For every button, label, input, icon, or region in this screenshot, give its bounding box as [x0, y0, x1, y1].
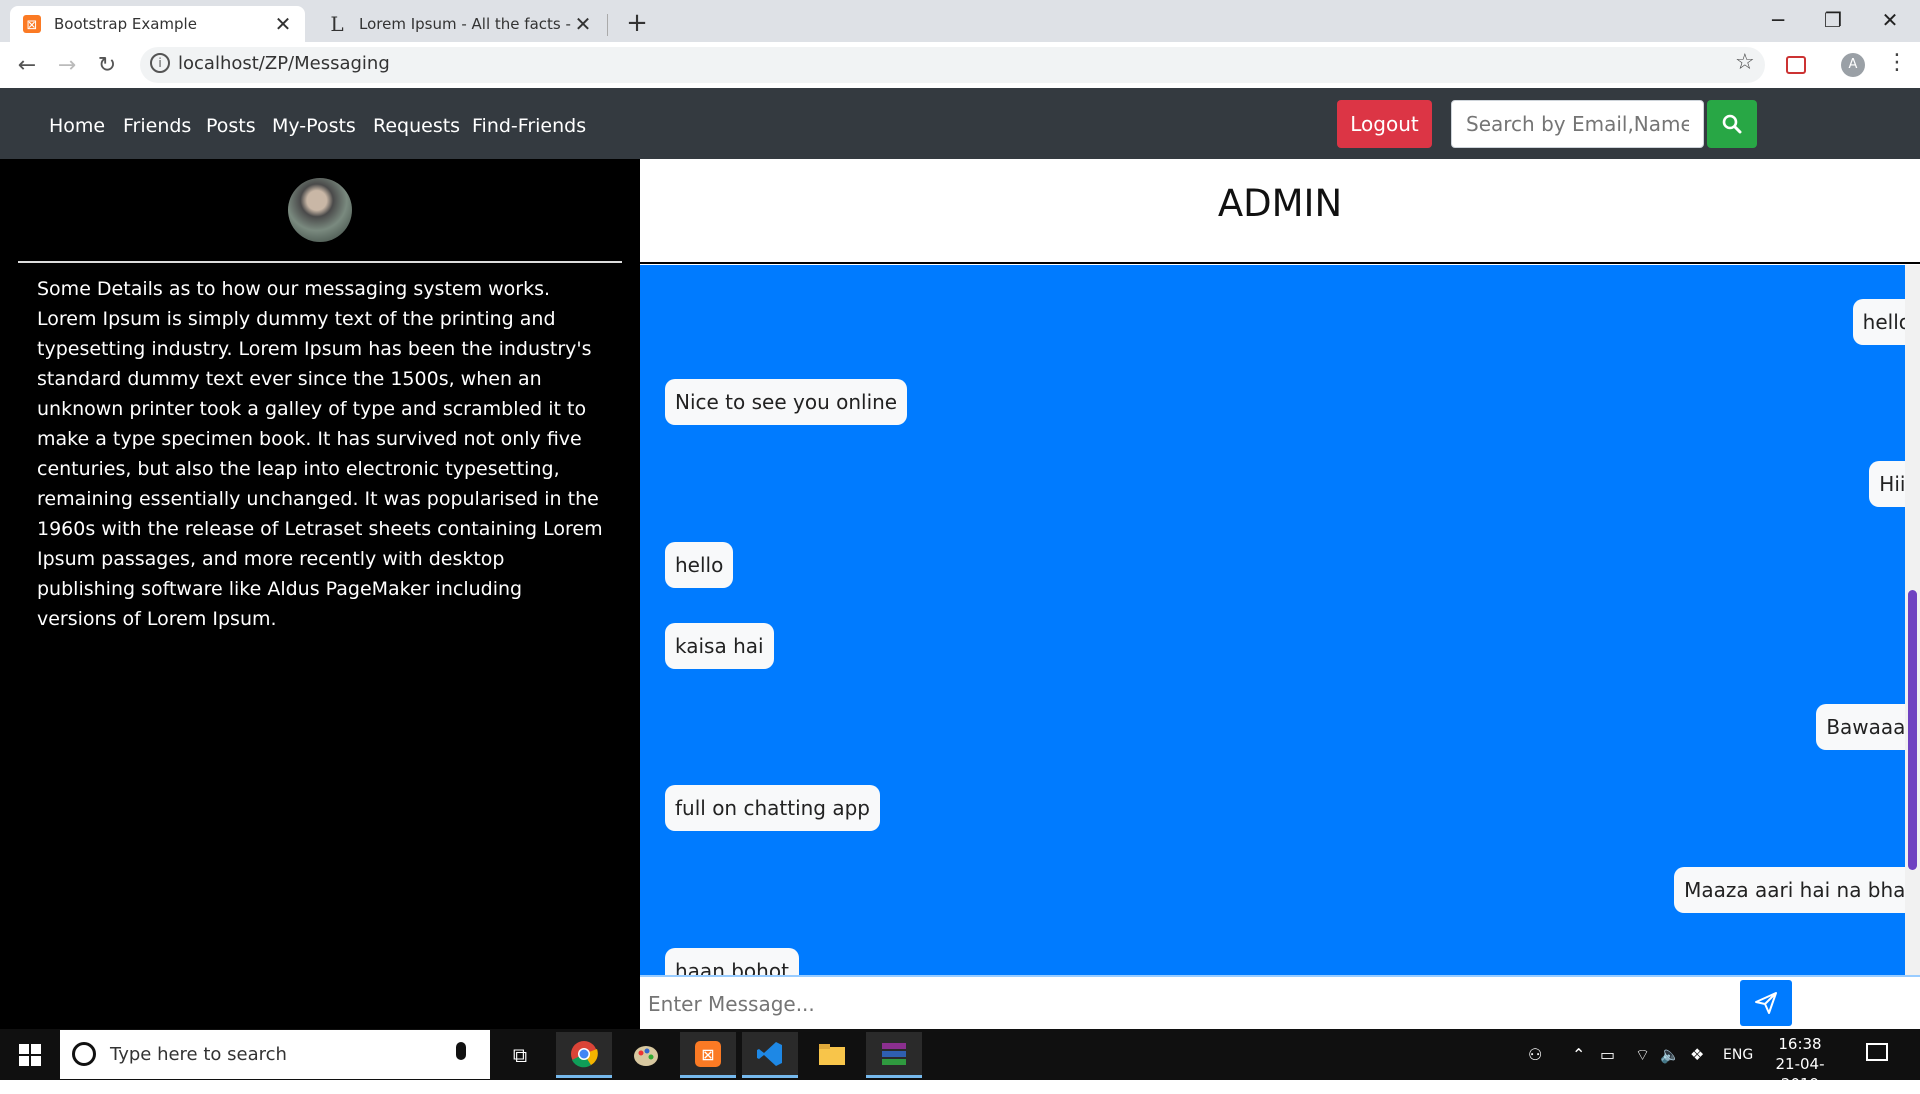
wifi-icon[interactable]: ⌔	[1635, 1045, 1650, 1065]
paper-plane-icon	[1755, 992, 1777, 1014]
chat-scrollbar-thumb[interactable]	[1908, 590, 1917, 870]
message-bubble-received: Nice to see you online	[665, 379, 908, 425]
reload-icon[interactable]: ↻	[92, 52, 122, 78]
close-tab-icon[interactable]: ✕	[273, 12, 293, 36]
nav-posts[interactable]: Posts	[206, 115, 256, 137]
windows-logo-icon	[19, 1043, 41, 1066]
message-bubble-received: full on chatting app	[665, 785, 880, 831]
message-bubble-received: hello	[665, 542, 734, 588]
message-bubble-sent: Maaza aari hai na bhai	[1674, 867, 1905, 913]
xampp-taskbar-icon[interactable]: ⊠	[680, 1032, 736, 1078]
nav-friends[interactable]: Friends	[123, 115, 191, 137]
restore-icon[interactable]: ❐	[1810, 0, 1856, 40]
browser-tab[interactable]: L Lorem Ipsum - All the facts - Lipsum ✕	[315, 6, 605, 42]
vscode-icon[interactable]	[742, 1032, 798, 1078]
message-bubble-received: kaisa hai	[665, 623, 774, 669]
file-explorer-icon[interactable]	[804, 1032, 860, 1078]
send-button[interactable]	[1740, 980, 1792, 1026]
message-bubble-sent: Hiii	[1869, 461, 1905, 507]
chevron-up-icon[interactable]: ⌃	[1572, 1045, 1585, 1064]
svg-text:⊠: ⊠	[27, 18, 38, 33]
close-window-icon[interactable]: ✕	[1867, 0, 1913, 40]
avatar	[288, 178, 352, 242]
search-button[interactable]	[1707, 100, 1757, 148]
nav-my-posts[interactable]: My-Posts	[272, 115, 356, 137]
nav-requests[interactable]: Requests	[373, 115, 460, 137]
clock-date: 21-04-2019	[1775, 1055, 1825, 1093]
message-bubble-sent: Bawaaal	[1816, 704, 1905, 750]
message-bubble-received: haan bohot	[665, 948, 799, 975]
info-icon[interactable]: i	[150, 53, 170, 73]
message-bubble-sent: hello	[1852, 299, 1905, 345]
svg-text:⊠: ⊠	[701, 1045, 714, 1064]
logout-button[interactable]: Logout	[1337, 100, 1432, 148]
chrome-icon[interactable]	[556, 1032, 612, 1078]
chat-messages[interactable]: hello Nice to see you online Hiii hello …	[640, 265, 1905, 975]
winrar-icon[interactable]	[866, 1032, 922, 1078]
system-clock[interactable]: 16:38 21-04-2019	[1765, 1034, 1835, 1094]
tab-separator	[607, 14, 608, 36]
start-button[interactable]	[0, 1029, 60, 1080]
bookmark-star-icon[interactable]: ☆	[1735, 50, 1755, 75]
dropbox-icon[interactable]: ❖	[1690, 1045, 1704, 1064]
menu-kebab-icon[interactable]: ⋮	[1886, 50, 1908, 75]
tab-title: Bootstrap Example	[54, 15, 197, 33]
chat-title: ADMIN	[1217, 182, 1343, 225]
tab-title: Lorem Ipsum - All the facts - Lipsum	[359, 15, 573, 33]
nav-find-friends[interactable]: Find-Friends	[472, 115, 586, 137]
battery-icon[interactable]: ▭	[1600, 1045, 1615, 1064]
people-icon[interactable]: ⚇	[1528, 1045, 1542, 1064]
nav-home[interactable]: Home	[49, 115, 105, 137]
pocket-icon[interactable]	[1786, 56, 1806, 74]
profile-avatar[interactable]: A	[1841, 53, 1865, 77]
minimize-icon[interactable]: ─	[1755, 0, 1801, 40]
forward-icon[interactable]: →	[52, 52, 82, 78]
taskbar-search-placeholder: Type here to search	[110, 1044, 287, 1065]
message-input[interactable]	[646, 980, 1740, 1028]
divider	[18, 261, 622, 263]
clock-time: 16:38	[1778, 1035, 1822, 1053]
xampp-icon: ⊠	[22, 14, 42, 34]
microphone-icon[interactable]	[456, 1042, 466, 1060]
lipsum-icon: L	[330, 12, 344, 36]
messaging-details-text: Some Details as to how our messaging sys…	[37, 278, 603, 630]
browser-tab-active[interactable]: ⊠ Bootstrap Example ✕	[10, 6, 305, 42]
paint-icon[interactable]	[618, 1032, 674, 1078]
volume-icon[interactable]: 🔈	[1660, 1045, 1680, 1064]
new-tab-button[interactable]: +	[620, 6, 654, 40]
close-tab-icon[interactable]: ✕	[573, 12, 593, 36]
action-center-icon[interactable]	[1866, 1043, 1888, 1061]
back-icon[interactable]: ←	[12, 52, 42, 78]
task-view-icon[interactable]: ⧉	[492, 1032, 548, 1078]
cortana-icon	[72, 1042, 96, 1066]
search-icon	[1722, 114, 1742, 134]
search-input[interactable]	[1451, 100, 1704, 148]
url-text: localhost/ZP/Messaging	[178, 53, 390, 74]
language-indicator[interactable]: ENG	[1723, 1047, 1753, 1063]
